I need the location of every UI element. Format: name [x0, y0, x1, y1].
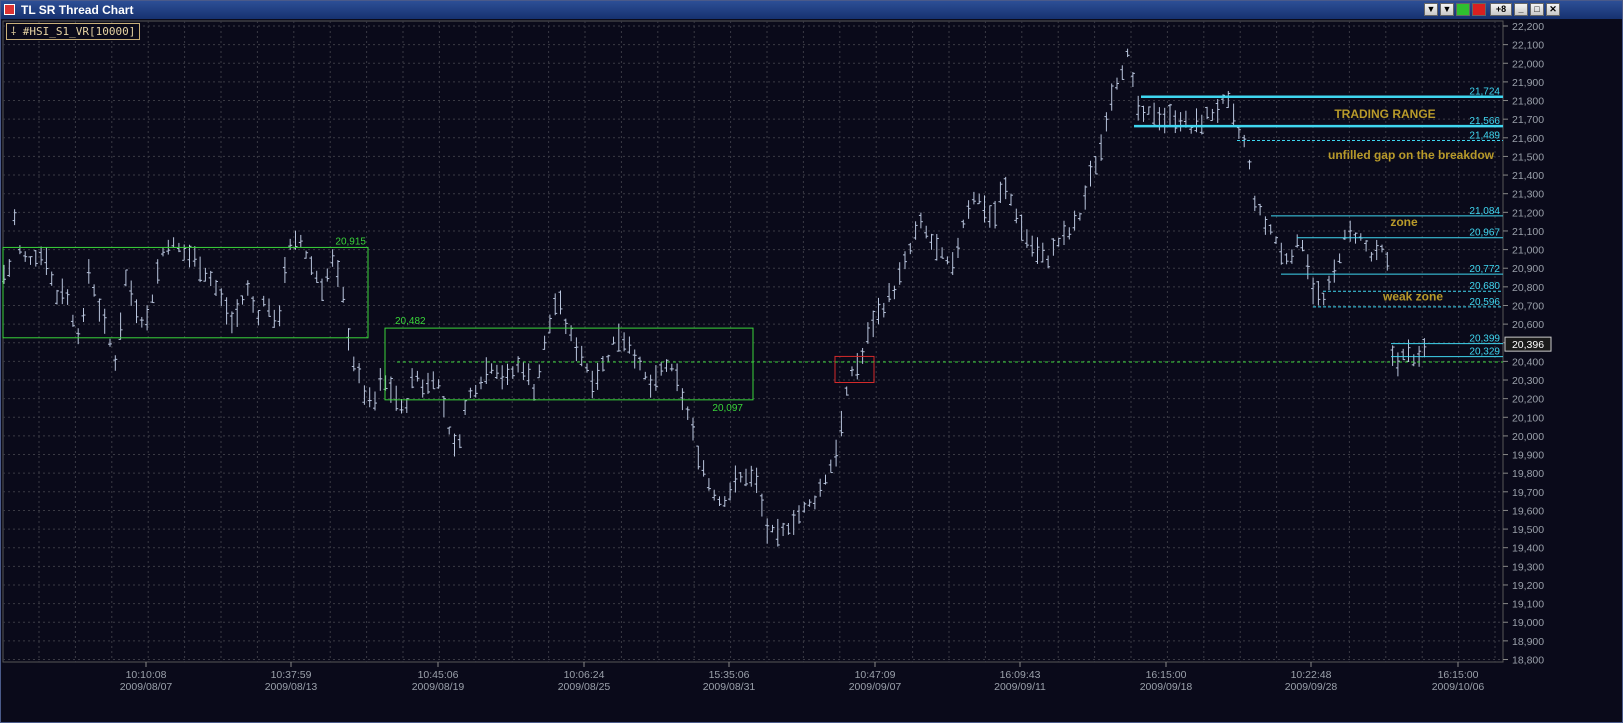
annotation-text: TRADING RANGE [1334, 107, 1435, 121]
y-tick-label: 19,500 [1512, 524, 1544, 536]
y-tick-label: 22,100 [1512, 40, 1544, 52]
y-tick-label: 21,300 [1512, 189, 1544, 201]
annotation-text: unfilled gap on the breakdow [1328, 148, 1495, 162]
x-tick-time: 15:35:06 [709, 669, 750, 681]
y-tick-label: 20,300 [1512, 375, 1544, 387]
level-label: 20,967 [1469, 228, 1500, 239]
close-button[interactable]: ✕ [1546, 3, 1560, 16]
box-label-top: 20,482 [395, 316, 426, 327]
y-tick-label: 20,400 [1512, 356, 1544, 368]
dropdown-2-button[interactable]: ▼ [1440, 3, 1454, 16]
window-title: TL SR Thread Chart [21, 3, 134, 17]
level-label: 20,596 [1469, 297, 1500, 308]
y-tick-label: 22,200 [1512, 21, 1544, 33]
x-tick-date: 2009/08/31 [703, 681, 756, 693]
x-tick-date: 2009/09/28 [1285, 681, 1338, 693]
symbol-label[interactable]: ⸸ #HSI_S1_VR[10000] [6, 23, 141, 40]
x-tick-date: 2009/08/19 [412, 681, 465, 693]
y-tick-label: 20,700 [1512, 300, 1544, 312]
x-tick-date: 2009/08/25 [558, 681, 611, 693]
y-tick-label: 19,900 [1512, 450, 1544, 462]
symbol-text: #HSI_S1_VR[10000] [22, 25, 136, 38]
x-tick-date: 2009/09/11 [994, 681, 1046, 693]
x-tick-date: 2009/09/18 [1140, 681, 1193, 693]
y-tick-label: 19,600 [1512, 505, 1544, 517]
current-price-label: 20,396 [1512, 339, 1544, 351]
app-icon [4, 4, 15, 15]
x-tick-date: 2009/10/06 [1432, 681, 1485, 693]
annotation-text: zone [1390, 215, 1418, 229]
y-tick-label: 21,100 [1512, 226, 1544, 238]
x-tick-time: 10:37:59 [271, 669, 312, 681]
plus8-button[interactable]: +8 [1490, 3, 1512, 16]
y-tick-label: 21,000 [1512, 245, 1544, 257]
x-tick-time: 10:10:08 [126, 669, 167, 681]
y-tick-label: 22,000 [1512, 58, 1544, 70]
level-label: 21,566 [1469, 116, 1500, 127]
annotation-text: weak zone [1382, 290, 1443, 304]
box-label-bottom: 20,097 [712, 403, 743, 414]
y-tick-label: 20,100 [1512, 412, 1544, 424]
x-tick-time: 16:15:00 [1438, 669, 1479, 681]
y-tick-label: 19,000 [1512, 617, 1544, 629]
level-label: 20,680 [1469, 281, 1500, 292]
level-label: 21,084 [1469, 206, 1500, 217]
level-label: 21,724 [1469, 87, 1500, 98]
x-tick-time: 10:22:48 [1291, 669, 1332, 681]
y-tick-label: 19,100 [1512, 599, 1544, 611]
y-tick-label: 20,900 [1512, 263, 1544, 275]
y-tick-label: 18,800 [1512, 655, 1544, 667]
x-tick-time: 16:15:00 [1146, 669, 1187, 681]
symbol-icon: ⸸ [11, 25, 23, 38]
green-status-button[interactable] [1456, 3, 1470, 16]
level-label: 21,489 [1469, 130, 1500, 141]
x-tick-date: 2009/09/07 [849, 681, 902, 693]
x-tick-time: 10:47:09 [855, 669, 896, 681]
price-chart[interactable]: 22,200 22,100 22,000 21,900 21,800 21,700 21,6… [1, 19, 1622, 722]
level-label: 20,399 [1469, 334, 1500, 345]
x-tick-time: 10:45:06 [418, 669, 459, 681]
y-tick-label: 21,200 [1512, 207, 1544, 219]
y-tick-label: 20,800 [1512, 282, 1544, 294]
dropdown-1-button[interactable]: ▼ [1424, 3, 1438, 16]
title-bar[interactable]: TL SR Thread Chart ▼ ▼ +8 _ □ ✕ [1, 1, 1622, 19]
x-tick-date: 2009/08/13 [265, 681, 318, 693]
y-tick-label: 21,500 [1512, 151, 1544, 163]
y-tick-label: 21,700 [1512, 114, 1544, 126]
y-tick-label: 18,900 [1512, 636, 1544, 648]
red-status-button[interactable] [1472, 3, 1486, 16]
y-tick-label: 19,400 [1512, 543, 1544, 555]
y-tick-label: 19,800 [1512, 468, 1544, 480]
y-tick-label: 20,200 [1512, 394, 1544, 406]
y-tick-label: 20,600 [1512, 319, 1544, 331]
y-tick-label: 20,000 [1512, 431, 1544, 443]
y-tick-label: 21,400 [1512, 170, 1544, 182]
box-label: 20,915 [335, 236, 366, 247]
maximize-button[interactable]: □ [1530, 3, 1544, 16]
y-tick-label: 19,200 [1512, 580, 1544, 592]
level-label: 20,772 [1469, 264, 1500, 275]
x-tick-date: 2009/08/07 [120, 681, 173, 693]
y-tick-label: 19,700 [1512, 487, 1544, 499]
x-tick-time: 10:06:24 [564, 669, 605, 681]
y-tick-label: 19,300 [1512, 561, 1544, 573]
y-tick-label: 21,800 [1512, 96, 1544, 108]
x-tick-time: 16:09:43 [1000, 669, 1041, 681]
chart-background [1, 19, 1622, 722]
chart-window: TL SR Thread Chart ▼ ▼ +8 _ □ ✕ 22,200 22,100 2… [0, 0, 1623, 723]
minimize-button[interactable]: _ [1514, 3, 1528, 16]
y-tick-label: 21,600 [1512, 133, 1544, 145]
y-tick-label: 21,900 [1512, 77, 1544, 89]
level-label: 20,329 [1469, 347, 1500, 358]
